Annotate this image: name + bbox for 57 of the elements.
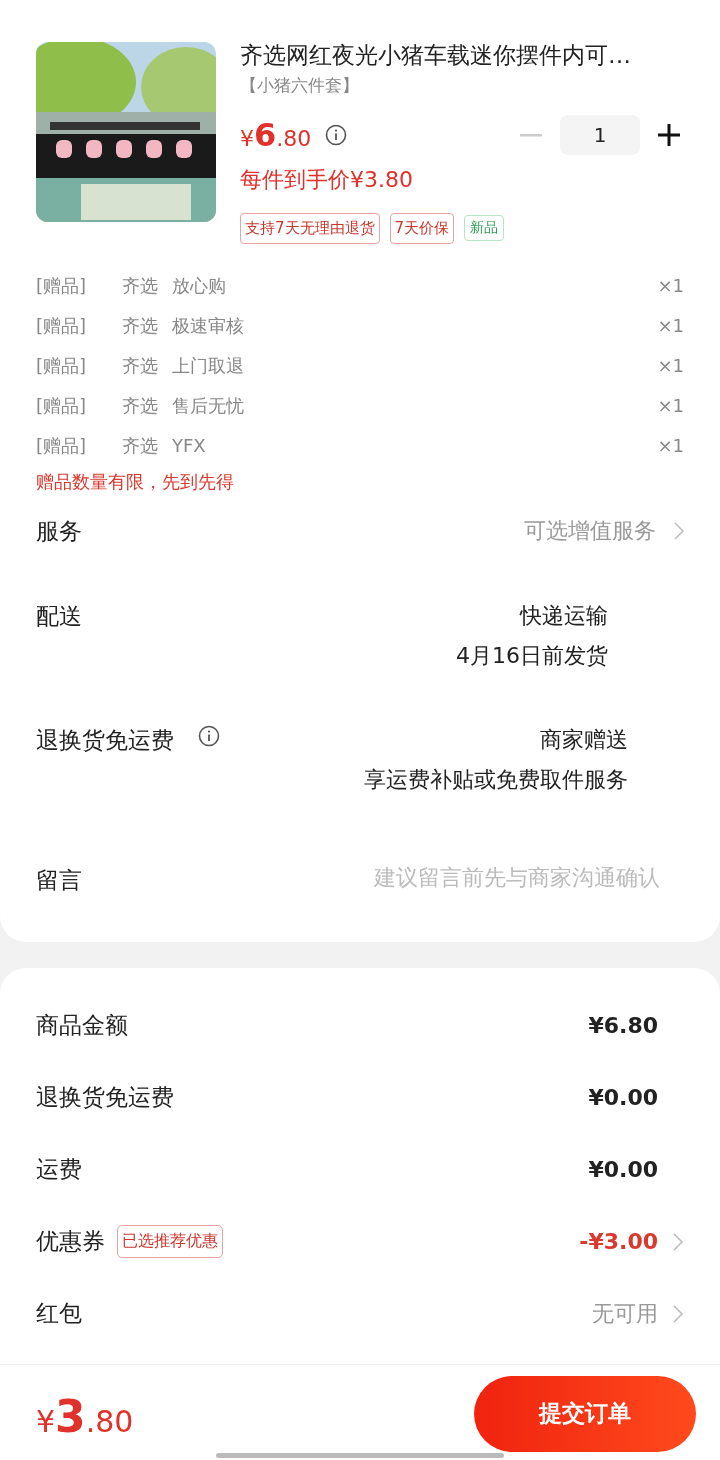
gift-brand: 齐选 <box>122 393 159 418</box>
gift-count: ×1 <box>657 313 684 338</box>
summary-value[interactable]: 无可用 <box>592 1298 658 1329</box>
option-label: 配送 <box>36 601 82 631</box>
summary-label: 运费 <box>36 1155 82 1185</box>
option-value: 4月16日前发货 <box>456 641 608 670</box>
coupon-badge: 已选推荐优惠 <box>117 1225 223 1259</box>
gift-name: 放心购 <box>172 273 226 298</box>
summary-value: ¥6.80 <box>588 1013 658 1039</box>
gift-count: ×1 <box>657 353 684 378</box>
summary-label: 退换货免运费 <box>36 1083 174 1113</box>
submit-button[interactable]: 提交订单 <box>474 1375 696 1452</box>
option-value: 商家赠送 <box>540 725 628 754</box>
gift-brand: 齐选 <box>122 433 159 458</box>
gift-tag: [赠品] <box>36 273 122 298</box>
gift-count: ×1 <box>657 273 684 298</box>
service-link[interactable]: 可选增值服务 <box>524 515 684 546</box>
gift-name: 极速审核 <box>172 313 244 338</box>
info-icon[interactable] <box>198 724 220 747</box>
gift-brand: 齐选 <box>122 273 159 298</box>
final-price: 每件到手价¥3.80 <box>240 165 414 194</box>
chevron-right-icon <box>674 521 684 540</box>
summary-label: 红包 <box>36 1299 82 1329</box>
gift-tag: [赠品] <box>36 313 122 338</box>
option-value: 享运费补贴或免费取件服务 <box>364 765 628 794</box>
option-label: 退换货免运费 <box>36 725 174 755</box>
gift-name: YFX <box>172 433 206 458</box>
chevron-right-icon <box>672 1303 684 1324</box>
tag: 7天价保 <box>389 212 455 244</box>
option-label: 服务 <box>36 516 82 546</box>
tag: 新品 <box>464 215 505 242</box>
product-title: 齐选网红夜光小猪车载迷你摆件内可… <box>240 42 632 70</box>
summary-label: 商品金额 <box>36 1011 128 1041</box>
gift-count: ×1 <box>657 433 684 458</box>
tag: 支持7天无理由退货 <box>240 212 380 244</box>
product-price: ¥6.80 <box>240 115 312 154</box>
option-value: 快递运输 <box>520 601 608 630</box>
gift-tag: [赠品] <box>36 353 122 378</box>
summary-value[interactable]: -¥3.00 <box>579 1229 658 1255</box>
gift-tag: [赠品] <box>36 433 122 458</box>
gift-notice: 赠品数量有限，先到先得 <box>36 469 235 494</box>
plus-icon[interactable] <box>658 123 680 146</box>
gift-count: ×1 <box>657 393 684 418</box>
chevron-right-icon <box>672 1231 684 1252</box>
quantity-field[interactable]: 1 <box>560 114 640 155</box>
total-price: ¥3.80 <box>36 1391 134 1442</box>
option-label: 留言 <box>36 865 82 895</box>
gift-name: 售后无忧 <box>172 393 244 418</box>
gift-brand: 齐选 <box>122 353 159 378</box>
info-icon[interactable] <box>325 123 348 146</box>
product-variant: 【小猪六件套】 <box>240 73 360 97</box>
gift-name: 上门取退 <box>172 353 244 378</box>
summary-label: 优惠券 <box>36 1227 105 1257</box>
gift-brand: 齐选 <box>122 313 159 338</box>
gift-tag: [赠品] <box>36 393 122 418</box>
summary-value: ¥0.00 <box>588 1085 658 1111</box>
summary-value: ¥0.00 <box>588 1157 658 1183</box>
